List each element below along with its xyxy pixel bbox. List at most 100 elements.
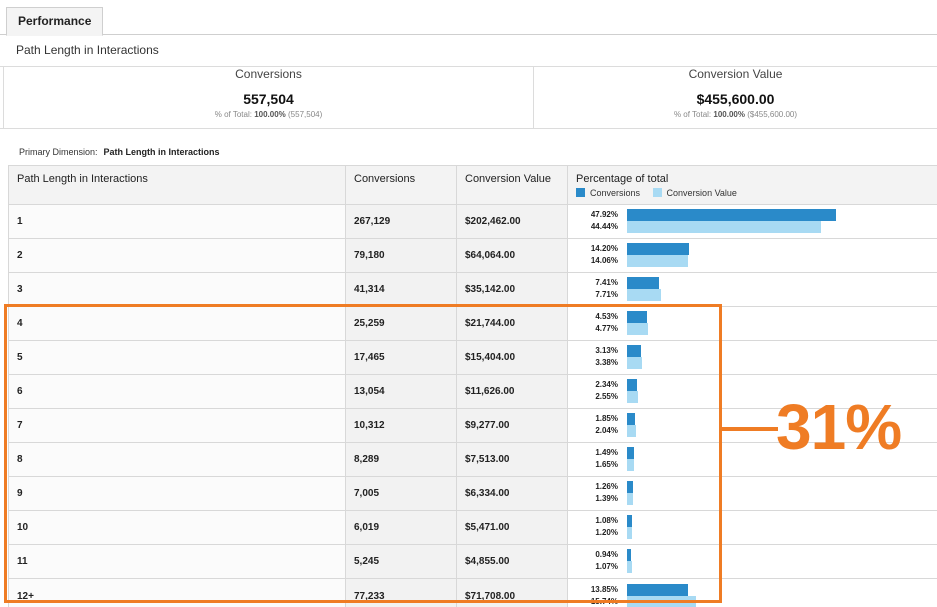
- bar-conversions: [627, 583, 688, 596]
- column-header-conversion-value[interactable]: Conversion Value: [456, 165, 568, 205]
- cell-conversions: 6,019: [345, 510, 457, 545]
- table-row: 2 79,180 $64,064.00 14.20% 14.06%: [8, 238, 937, 273]
- bar-conversions: [627, 447, 634, 459]
- cell-conversion-value: $35,142.00: [456, 272, 568, 307]
- cell-conversion-value: $71,708.00: [456, 578, 568, 607]
- cell-percentage: 1.08% 1.20%: [567, 510, 937, 545]
- cell-conversion-value: $4,855.00: [456, 544, 568, 579]
- table-row: 12+ 77,233 $71,708.00 13.85% 15.74%: [8, 578, 937, 607]
- bar-conversions: [627, 209, 837, 221]
- table-row: 11 5,245 $4,855.00 0.94% 1.07%: [8, 544, 937, 579]
- cell-conversion-value: $15,404.00: [456, 340, 568, 375]
- cell-conversions: 79,180: [345, 238, 457, 273]
- pct-conversions-label: 2.34%: [595, 380, 618, 389]
- legend-swatch-conversion-value: [652, 188, 662, 197]
- table-header-row: Path Length in Interactions Conversions …: [8, 165, 937, 205]
- pct-conversions-label: 1.49%: [595, 448, 618, 457]
- bar-conversion-value: [627, 561, 632, 573]
- cell-conversions: 5,245: [345, 544, 457, 579]
- percentage-header-label: Percentage of total: [576, 173, 669, 185]
- pct-value-label: 2.04%: [595, 426, 618, 435]
- primary-dimension: Primary Dimension: Path Length in Interac…: [19, 147, 220, 157]
- pct-conversions-label: 1.26%: [595, 482, 618, 491]
- bar-conversion-value: [627, 459, 635, 471]
- cell-path-length: 4: [8, 306, 346, 341]
- pct-value: 100.00%: [713, 110, 745, 119]
- scorecard-label: Conversion Value: [688, 67, 783, 81]
- bar-conversion-value: [627, 527, 633, 539]
- tab-performance[interactable]: Performance: [6, 7, 104, 36]
- cell-conversions: 41,314: [345, 272, 457, 307]
- cell-percentage: 1.26% 1.39%: [567, 476, 937, 511]
- cell-percentage: 0.94% 1.07%: [567, 544, 937, 579]
- pct-value-label: 3.38%: [595, 358, 618, 367]
- cell-conversion-value: $202,462.00: [456, 204, 568, 239]
- pct-value-label: 1.07%: [595, 562, 618, 571]
- bar-conversions: [627, 345, 641, 357]
- cell-conversions: 267,129: [345, 204, 457, 239]
- cell-conversion-value: $6,334.00: [456, 476, 568, 511]
- section-title: Path Length in Interactions: [16, 43, 159, 57]
- data-table: Path Length in Interactions Conversions …: [8, 165, 937, 607]
- legend-label-conversions: Conversions: [590, 188, 641, 198]
- cell-conversions: 8,289: [345, 442, 457, 477]
- highlight-connector: [722, 427, 778, 431]
- table-row: 5 17,465 $15,404.00 3.13% 3.38%: [8, 340, 937, 375]
- cell-percentage: 3.13% 3.38%: [567, 340, 937, 375]
- cell-path-length: 1: [8, 204, 346, 239]
- cell-path-length: 12+: [8, 578, 346, 607]
- table-row: 4 25,259 $21,744.00 4.53% 4.77%: [8, 306, 937, 341]
- cell-conversions: 77,233: [345, 578, 457, 607]
- cell-percentage: 14.20% 14.06%: [567, 238, 937, 273]
- pct-value-label: 15.74%: [590, 596, 618, 606]
- bar-conversions: [627, 549, 632, 561]
- table-row: 1 267,129 $202,462.00 47.92% 44.44%: [8, 204, 937, 239]
- scorecard-label: Conversions: [235, 67, 302, 81]
- table-row: 10 6,019 $5,471.00 1.08% 1.20%: [8, 510, 937, 545]
- column-header-path-length[interactable]: Path Length in Interactions: [8, 165, 346, 205]
- column-header-conversions[interactable]: Conversions: [345, 165, 457, 205]
- pct-conversions-label: 14.20%: [590, 244, 618, 253]
- cell-conversion-value: $64,064.00: [456, 238, 568, 273]
- column-header-percentage: Percentage of total Conversions Conversi…: [567, 165, 937, 205]
- highlight-annotation: 31%: [776, 391, 902, 463]
- bar-conversion-value: [627, 493, 634, 505]
- cell-percentage: 4.53% 4.77%: [567, 306, 937, 341]
- cell-conversions: 7,005: [345, 476, 457, 511]
- bar-conversion-value: [627, 323, 648, 335]
- cell-conversion-value: $7,513.00: [456, 442, 568, 477]
- pct-value-label: 1.39%: [595, 494, 618, 503]
- cell-path-length: 5: [8, 340, 346, 375]
- pct-value-label: 2.55%: [595, 392, 618, 401]
- legend-label-conversion-value: Conversion Value: [666, 188, 737, 198]
- bar-conversion-value: [627, 425, 636, 437]
- bar-conversion-value: [627, 357, 642, 369]
- scorecard-value: 557,504: [243, 91, 294, 107]
- cell-conversions: 17,465: [345, 340, 457, 375]
- cell-conversion-value: $9,277.00: [456, 408, 568, 443]
- cell-conversions: 10,312: [345, 408, 457, 443]
- pct-value-label: 1.20%: [595, 528, 618, 537]
- bar-conversions: [627, 481, 633, 493]
- legend-swatch-conversions: [576, 188, 585, 197]
- pct-conversions-label: 4.53%: [595, 312, 618, 321]
- scorecard-value: $455,600.00: [696, 91, 775, 107]
- tab-bar: Performance: [0, 0, 937, 36]
- pct-value-label: 1.65%: [595, 460, 618, 469]
- cell-conversion-value: $5,471.00: [456, 510, 568, 545]
- cell-conversion-value: $11,626.00: [456, 374, 568, 409]
- pct-detail: (557,504): [288, 110, 323, 119]
- bar-conversion-value: [627, 289, 661, 301]
- pct-conversions-label: 47.92%: [590, 210, 618, 219]
- bar-conversions: [627, 379, 638, 391]
- summary-scorecards: Conversions 557,504 % of Total: 100.00% …: [0, 66, 937, 129]
- pct-prefix: % of Total:: [214, 110, 252, 119]
- scorecard-percent-of-total: % of Total: 100.00% (557,504): [4, 110, 533, 120]
- bar-conversions: [627, 413, 636, 425]
- pct-value-label: 4.77%: [595, 324, 618, 333]
- scorecard-conversion-value: Conversion Value $455,600.00 % of Total:…: [533, 67, 937, 128]
- primary-dimension-value[interactable]: Path Length in Interactions: [104, 147, 220, 157]
- pct-conversions-label: 1.85%: [595, 414, 618, 423]
- bar-conversions: [627, 277, 660, 289]
- pct-conversions-label: 1.08%: [595, 516, 618, 525]
